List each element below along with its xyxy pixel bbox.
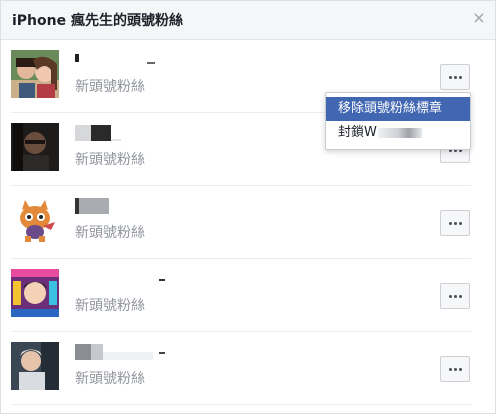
more-options-button[interactable]: [440, 283, 470, 309]
more-options-button[interactable]: [440, 210, 470, 236]
avatar-photo-man: [11, 342, 59, 390]
menu-item-remove-top-fan-badge[interactable]: 移除頭號粉絲標章: [326, 97, 470, 121]
name-redaction: [75, 54, 79, 62]
top-fans-dialog: iPhone 瘋先生的頭號粉絲 × 新頭號粉絲 新頭號粉絲 新頭號粉絲 新頭號粉…: [0, 0, 496, 414]
more-options-button[interactable]: [440, 356, 470, 382]
fan-name[interactable]: [75, 271, 195, 287]
name-redaction: [91, 344, 103, 360]
name-redaction: [159, 352, 165, 354]
fan-name[interactable]: [75, 344, 195, 360]
avatar[interactable]: [11, 50, 59, 98]
more-horizontal-icon: [448, 221, 452, 225]
name-redaction: [79, 198, 109, 214]
avatar[interactable]: [11, 269, 59, 317]
avatar-photo-dark: [11, 123, 59, 171]
menu-item-label: 封鎖W: [338, 125, 377, 140]
avatar-photo-couple: [11, 50, 59, 98]
more-horizontal-icon: [448, 367, 452, 371]
fan-row: 新頭號粉絲: [1, 332, 495, 405]
fan-row: 新頭號粉絲: [1, 186, 495, 259]
avatar[interactable]: [11, 123, 59, 171]
more-horizontal-icon: [448, 294, 452, 298]
name-redaction: [111, 139, 121, 141]
name-redaction: [91, 125, 111, 141]
name-redaction: [103, 352, 153, 360]
fan-row: 新頭號粉絲: [1, 259, 495, 332]
avatar[interactable]: [11, 196, 59, 244]
avatar-anime-collage: [11, 269, 59, 317]
name-redaction: [147, 62, 155, 64]
context-menu: 移除頭號粉絲標章 封鎖W: [325, 92, 471, 150]
dialog-header: iPhone 瘋先生的頭號粉絲 ×: [1, 1, 495, 40]
fan-name[interactable]: [75, 125, 195, 141]
avatar[interactable]: [11, 342, 59, 390]
more-options-button[interactable]: [440, 64, 470, 90]
menu-item-label: 移除頭號粉絲標章: [338, 101, 443, 116]
avatar-cartoon-cat: [11, 196, 59, 244]
name-redaction: [75, 125, 91, 141]
fan-subtitle: 新頭號粉絲: [75, 79, 145, 95]
fan-subtitle: 新頭號粉絲: [75, 225, 145, 241]
dialog-title: iPhone 瘋先生的頭號粉絲: [12, 13, 183, 29]
fan-name[interactable]: [75, 52, 195, 68]
fan-subtitle: 新頭號粉絲: [75, 152, 145, 168]
fan-subtitle: 新頭號粉絲: [75, 298, 145, 314]
menu-item-block[interactable]: 封鎖W: [326, 121, 470, 145]
row-divider: [11, 404, 471, 405]
name-redaction: [75, 344, 91, 360]
more-horizontal-icon: [448, 75, 452, 79]
close-icon[interactable]: ×: [471, 10, 487, 26]
name-redaction: [159, 279, 165, 281]
name-redaction: [377, 127, 422, 138]
fan-name[interactable]: [75, 198, 195, 214]
fan-subtitle: 新頭號粉絲: [75, 371, 145, 387]
